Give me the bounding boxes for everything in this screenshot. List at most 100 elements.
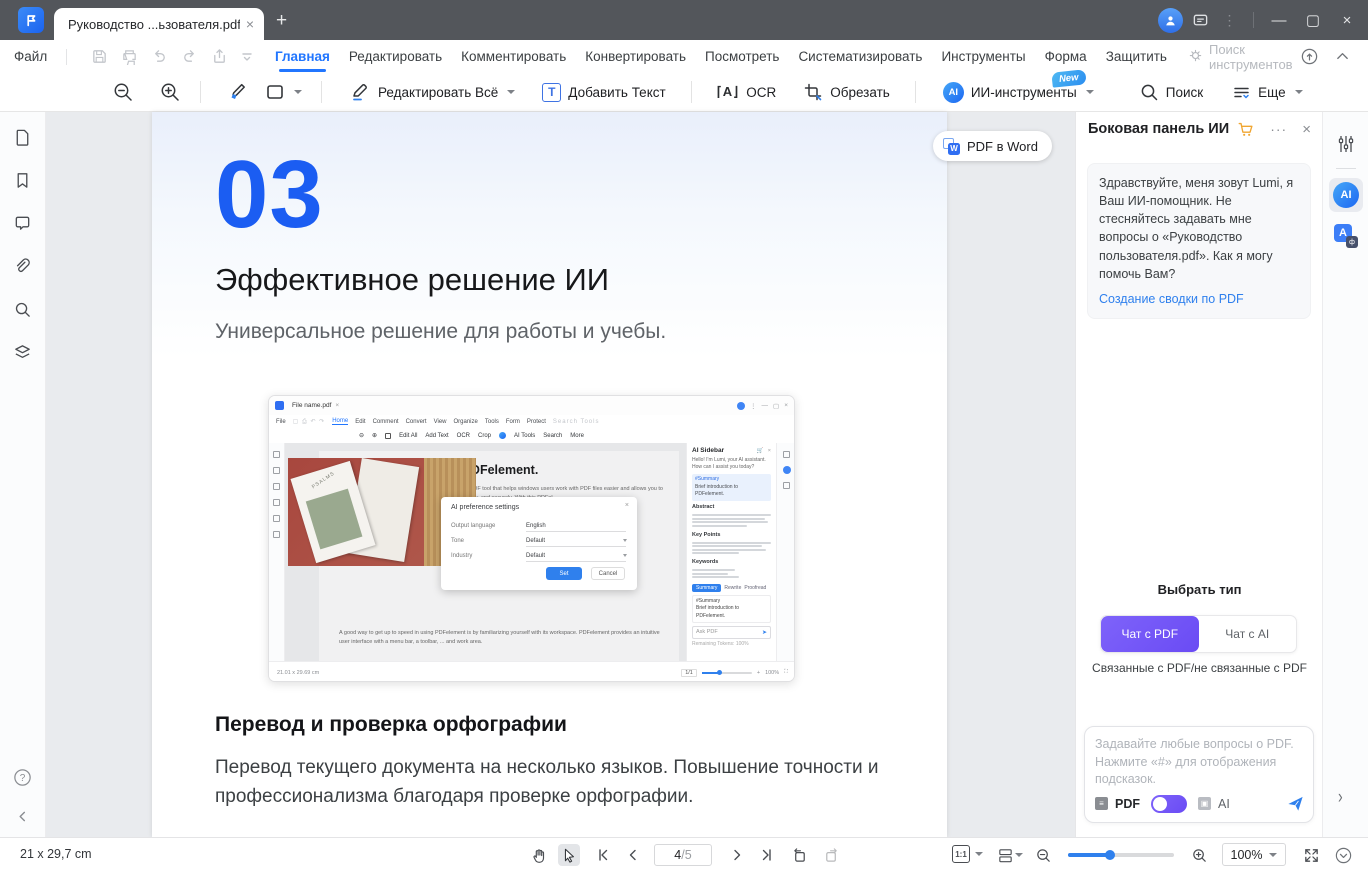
feedback-icon[interactable] [1185,5,1215,35]
crop-button[interactable]: Обрезать [803,82,890,102]
chat-with-ai-button[interactable]: Чат с AI [1199,616,1297,652]
hand-tool-icon[interactable] [528,844,550,866]
section-body: Перевод текущего документа на несколько … [215,753,883,812]
ai-greeting-card: Здравствуйте, меня зовут Lumi, я Ваш ИИ-… [1087,163,1311,319]
zoom-level-select[interactable]: 100% [1222,843,1286,866]
zoom-out-tool-icon[interactable] [112,81,134,103]
collapse-left-icon[interactable] [16,810,29,823]
pdf-to-word-button[interactable]: W PDF в Word [933,131,1052,161]
account-avatar[interactable] [1155,5,1185,35]
menu-file[interactable]: Файл [14,49,47,64]
menu-organize[interactable]: Систематизировать [798,49,922,64]
page-number-input[interactable]: 4/5 [654,844,712,866]
menu-edit[interactable]: Редактировать [349,49,442,64]
search-button[interactable]: Поиск [1139,82,1203,102]
chat-placeholder: Задавайте любые вопросы о PDF. Нажмите «… [1095,736,1303,789]
close-button[interactable]: × [1330,12,1364,29]
create-summary-link[interactable]: Создание сводки по PDF [1099,292,1299,306]
prev-page-icon[interactable] [622,844,644,866]
section-heading: Перевод и проверка орфографии [215,713,567,737]
document-tab[interactable]: Руководство ...ьзователя.pdf × [54,8,264,40]
cart-icon[interactable] [1237,120,1255,138]
ocr-button[interactable]: ⌈A⌋ OCR [717,84,777,100]
share-icon[interactable] [211,48,228,65]
thumbnails-icon[interactable] [13,128,32,147]
redo-icon[interactable] [181,48,198,65]
translate-icon[interactable]: Aф [1334,224,1358,248]
page-layout-button[interactable] [994,844,1016,866]
undo-icon[interactable] [151,48,168,65]
ai-chat-input[interactable]: Задавайте любые вопросы о PDF. Нажмите «… [1084,726,1314,823]
page-search-icon[interactable] [13,300,32,319]
collapse-toolbar-icon[interactable] [1335,49,1350,64]
pdf-page[interactable]: 03 Эффективное решение ИИ Универсальное … [152,112,947,837]
pdf-ai-toggle[interactable] [1151,795,1187,813]
crop-icon [803,82,823,102]
edit-all-button[interactable]: Редактировать Всё [349,81,515,103]
menu-home[interactable]: Главная [275,49,330,64]
embedded-screenshot: File name.pdf × ⋮—▢× File ▢ ⎙ ↶ ↷ Home E… [268,395,795,682]
pdfelement-window: Руководство ...ьзователя.pdf × + ⋮ — ▢ ×… [0,0,1368,870]
mini-menubar: File ▢ ⎙ ↶ ↷ Home Edit Comment Convert V… [269,415,794,428]
more-button[interactable]: Еще [1232,83,1302,102]
toolbar-dropdown-icon[interactable] [241,51,253,63]
layers-icon[interactable] [13,343,32,362]
titlebar-divider [1253,12,1254,28]
zoom-slider[interactable] [1068,853,1174,857]
svg-text:?: ? [20,773,26,784]
mini-tab-title: File name.pdf [292,402,331,409]
document-canvas[interactable]: 03 Эффективное решение ИИ Универсальное … [46,112,1075,837]
ai-panel-more-icon[interactable]: ··· [1270,121,1287,137]
menu-form[interactable]: Форма [1045,49,1087,64]
menu-tools[interactable]: Инструменты [941,49,1025,64]
chat-with-pdf-button[interactable]: Чат с PDF [1101,616,1199,652]
attachments-icon[interactable] [13,257,32,276]
fullscreen-icon[interactable] [1300,844,1322,866]
ai-sidebar-icon: AI [1333,182,1359,208]
menu-convert[interactable]: Конвертировать [585,49,686,64]
properties-icon[interactable] [1336,134,1356,154]
more-menu-icon[interactable]: ⋮ [1215,5,1245,35]
fit-mode-button[interactable]: 1:1 [952,845,983,863]
shape-tool[interactable] [265,82,302,102]
new-tab-button[interactable]: + [276,10,287,32]
select-tool-icon[interactable] [558,844,580,866]
zoom-slider-knob[interactable] [1105,850,1115,860]
zoom-out-button[interactable] [1032,844,1054,866]
rotate-left-icon[interactable] [788,844,810,866]
menu-comment[interactable]: Комментировать [461,49,566,64]
print-icon[interactable] [121,48,138,65]
menubar-divider [66,49,67,65]
collapse-statusbar-icon[interactable] [1332,844,1354,866]
first-page-icon[interactable] [592,844,614,866]
collapse-panel-icon[interactable]: › [1338,785,1343,807]
next-page-icon[interactable] [726,844,748,866]
chat-type-caption: Связанные с PDF/не связанные с PDF [1076,661,1323,675]
zoom-in-tool-icon[interactable] [159,81,181,103]
ai-chip-icon: ▣ [1198,797,1211,810]
ai-sidebar-toggle[interactable]: AI [1329,178,1363,212]
menu-view[interactable]: Посмотреть [705,49,779,64]
pdf-chip-label: PDF [1115,797,1140,811]
minimize-button[interactable]: — [1262,12,1296,29]
maximize-button[interactable]: ▢ [1296,11,1330,29]
add-text-button[interactable]: T Добавить Текст [542,83,665,102]
last-page-icon[interactable] [756,844,778,866]
help-icon[interactable]: ? [12,767,33,788]
choose-type-label: Выбрать тип [1076,582,1323,597]
search-tools[interactable]: Поиск инструментов [1188,42,1300,72]
save-icon[interactable] [91,48,108,65]
menu-protect[interactable]: Защитить [1106,49,1167,64]
rotate-right-icon[interactable] [820,844,842,866]
edit-all-caret-icon [507,90,515,94]
highlighter-icon[interactable] [226,80,250,104]
zoom-in-button[interactable] [1188,844,1210,866]
bookmarks-icon[interactable] [13,171,32,190]
app-logo-icon [18,7,44,33]
ai-panel-close-icon[interactable]: × [1302,121,1311,138]
comments-icon[interactable] [13,214,32,233]
tab-close-icon[interactable]: × [246,16,254,32]
mini-toolbar: ⊖⊕ Edit All Add Text OCR Crop AI Tools S… [359,428,795,443]
send-icon[interactable] [1286,794,1305,813]
cloud-upload-icon[interactable] [1300,47,1319,66]
